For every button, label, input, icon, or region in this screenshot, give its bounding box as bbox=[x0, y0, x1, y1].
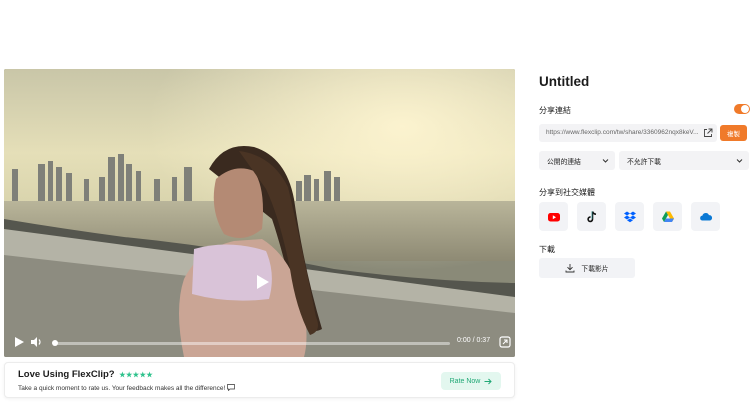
chevron-down-icon bbox=[602, 159, 609, 163]
rating-title-text: Love Using FlexClip? bbox=[18, 369, 115, 380]
google-drive-share-button[interactable] bbox=[653, 202, 682, 231]
share-link-label: 分享連結 bbox=[539, 106, 571, 115]
download-video-label: 下載影片 bbox=[581, 266, 609, 273]
chevron-down-icon bbox=[736, 159, 743, 163]
download-permission-select[interactable]: 不允許下載 bbox=[619, 151, 749, 170]
comment-icon bbox=[227, 384, 235, 392]
time-display: 0:00 / 0:37 bbox=[457, 337, 491, 344]
rating-title: Love Using FlexClip? ★★★★★ bbox=[18, 369, 153, 380]
youtube-share-button[interactable] bbox=[539, 202, 568, 231]
arrow-right-icon bbox=[484, 378, 493, 384]
download-section-label: 下載 bbox=[539, 245, 555, 254]
youtube-icon bbox=[547, 212, 560, 221]
rating-subtitle: Take a quick moment to rate us. Your fee… bbox=[18, 384, 235, 392]
visibility-value: 公開的連結 bbox=[547, 159, 581, 166]
copy-button[interactable]: 複製 bbox=[720, 125, 747, 141]
share-url-field[interactable]: https://www.flexclip.com/tw/share/336096… bbox=[539, 124, 717, 142]
rating-subtitle-text: Take a quick moment to rate us. Your fee… bbox=[18, 385, 226, 392]
play-icon[interactable] bbox=[12, 335, 26, 349]
progress-bar[interactable] bbox=[54, 342, 450, 345]
visibility-select[interactable]: 公開的連結 bbox=[539, 151, 615, 170]
share-link-toggle[interactable] bbox=[734, 104, 750, 114]
external-link-icon[interactable] bbox=[703, 128, 713, 138]
progress-handle[interactable] bbox=[52, 340, 58, 346]
download-permission-value: 不允許下載 bbox=[627, 159, 661, 166]
social-share-label: 分享到社交媒體 bbox=[539, 188, 595, 197]
tiktok-icon bbox=[586, 210, 596, 222]
share-url-text: https://www.flexclip.com/tw/share/336096… bbox=[546, 129, 699, 136]
rate-now-label: Rate Now bbox=[449, 377, 481, 385]
onedrive-share-button[interactable] bbox=[691, 202, 720, 231]
google-drive-icon bbox=[661, 211, 674, 222]
project-title: Untitled bbox=[539, 74, 590, 89]
rating-card: Love Using FlexClip? ★★★★★ Take a quick … bbox=[4, 362, 515, 398]
rate-now-button[interactable]: Rate Now bbox=[441, 372, 501, 390]
volume-icon[interactable] bbox=[29, 335, 43, 349]
fullscreen-icon[interactable] bbox=[498, 335, 512, 349]
tiktok-share-button[interactable] bbox=[577, 202, 606, 231]
share-page: 0:00 / 0:37 Love Using FlexClip? ★★★★★ T… bbox=[0, 0, 750, 410]
dropbox-icon bbox=[623, 211, 636, 222]
play-overlay-icon[interactable] bbox=[252, 272, 272, 292]
dropbox-share-button[interactable] bbox=[615, 202, 644, 231]
onedrive-icon bbox=[699, 212, 712, 220]
download-video-button[interactable]: 下載影片 bbox=[539, 258, 635, 278]
star-rating-icon: ★★★★★ bbox=[119, 372, 154, 379]
video-frame bbox=[4, 69, 515, 357]
video-controls: 0:00 / 0:37 bbox=[4, 329, 515, 357]
download-icon bbox=[565, 264, 575, 273]
video-player[interactable]: 0:00 / 0:37 bbox=[4, 69, 515, 357]
